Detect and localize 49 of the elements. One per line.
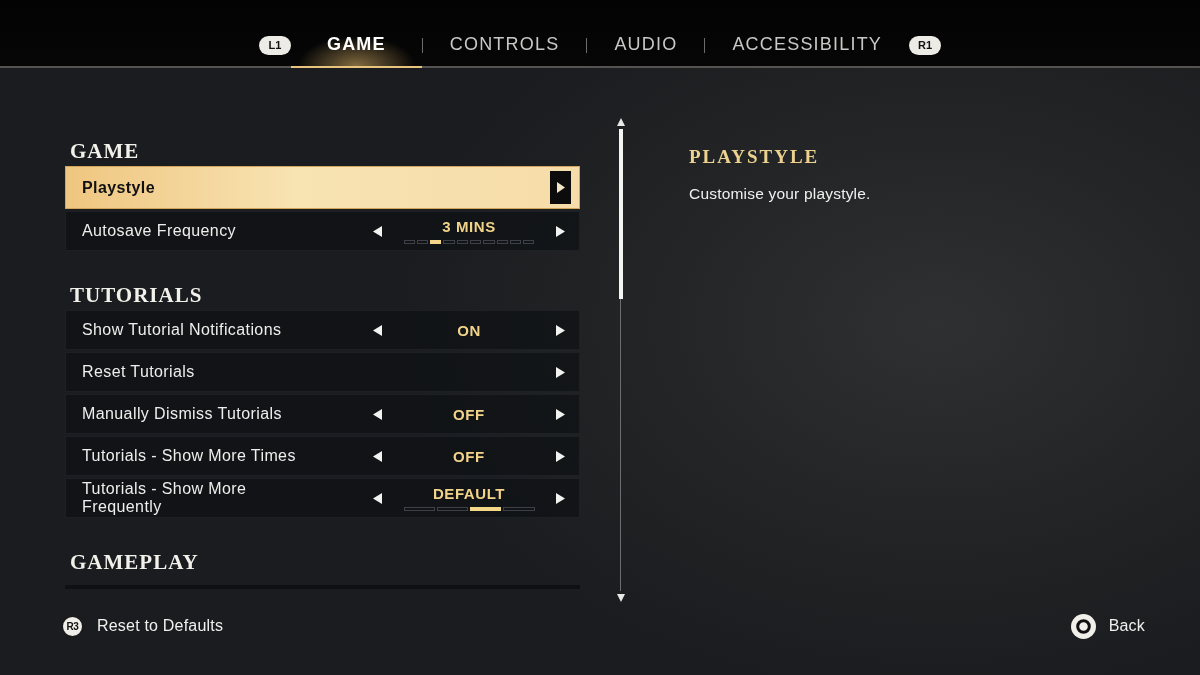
scrollbar-track[interactable] xyxy=(619,129,623,591)
setting-row[interactable]: Tutorials - Show More Times OFF xyxy=(65,436,580,476)
arrow-right-icon[interactable] xyxy=(550,171,571,204)
arrow-left-icon[interactable] xyxy=(373,324,382,336)
arrow-right-icon[interactable] xyxy=(556,324,565,336)
tab[interactable]: CONTROLS xyxy=(422,0,587,68)
back-button[interactable]: Back xyxy=(1108,617,1145,635)
setting-label: Show Tutorial Notifications xyxy=(82,321,282,339)
arrow-left-icon[interactable] xyxy=(373,450,382,462)
arrow-right-icon[interactable] xyxy=(556,492,565,504)
setting-value: 3 MINS xyxy=(442,218,496,235)
arrow-left-icon[interactable] xyxy=(373,408,382,420)
setting-label: Playstyle xyxy=(82,178,155,197)
detail-title: PLAYSTYLE xyxy=(689,146,820,168)
bumper-prompt[interactable]: L1 xyxy=(258,35,291,55)
setting-value: OFF xyxy=(453,447,485,465)
scroll-down-icon[interactable] xyxy=(617,594,625,602)
setting-label: Tutorials - Show More Frequently xyxy=(82,480,248,516)
setting-label: Manually Dismiss Tutorials xyxy=(82,405,282,423)
arrow-left-icon[interactable] xyxy=(373,492,382,504)
detail-description: Customise your playstyle. xyxy=(689,185,871,203)
setting-row[interactable]: Tutorials - Show More Frequently DEFAULT xyxy=(65,478,580,518)
setting-value: ON xyxy=(457,321,481,339)
circle-button-icon xyxy=(1070,613,1096,639)
setting-value: OFF xyxy=(453,405,485,423)
setting-value: DEFAULT xyxy=(432,485,506,502)
setting-row[interactable]: Playstyle xyxy=(65,166,580,209)
tab[interactable]: AUDIO xyxy=(587,0,705,68)
setting-row[interactable]: Reset Tutorials xyxy=(65,352,580,392)
tab[interactable]: ACCESSIBILITY xyxy=(705,0,910,68)
button-prompt: R3 xyxy=(61,614,84,638)
scrollbar-thumb[interactable] xyxy=(619,129,623,299)
arrow-right-icon[interactable] xyxy=(556,225,565,237)
arrow-left-icon[interactable] xyxy=(373,225,382,237)
section-heading: TUTORIALS xyxy=(69,282,203,307)
arrow-right-icon[interactable] xyxy=(556,450,565,462)
section-heading: GAME xyxy=(69,138,140,163)
setting-label: Tutorials - Show More Times xyxy=(82,447,296,465)
bumper-prompt[interactable]: R1 xyxy=(909,35,942,55)
section-heading: GAMEPLAY xyxy=(69,549,199,574)
setting-row[interactable]: Manually Dismiss Tutorials OFF xyxy=(65,394,580,434)
reset-defaults-button[interactable]: Reset to Defaults xyxy=(97,617,224,635)
arrow-right-icon[interactable] xyxy=(556,408,565,420)
scroll-up-icon[interactable] xyxy=(617,118,625,126)
setting-row[interactable]: Autosave Frequency 3 MINS xyxy=(65,211,580,251)
setting-label: Autosave Frequency xyxy=(82,222,236,240)
setting-row[interactable]: Show Tutorial Notifications ON xyxy=(65,310,580,350)
setting-label: Reset Tutorials xyxy=(82,363,195,381)
arrow-right-icon[interactable] xyxy=(556,366,565,378)
